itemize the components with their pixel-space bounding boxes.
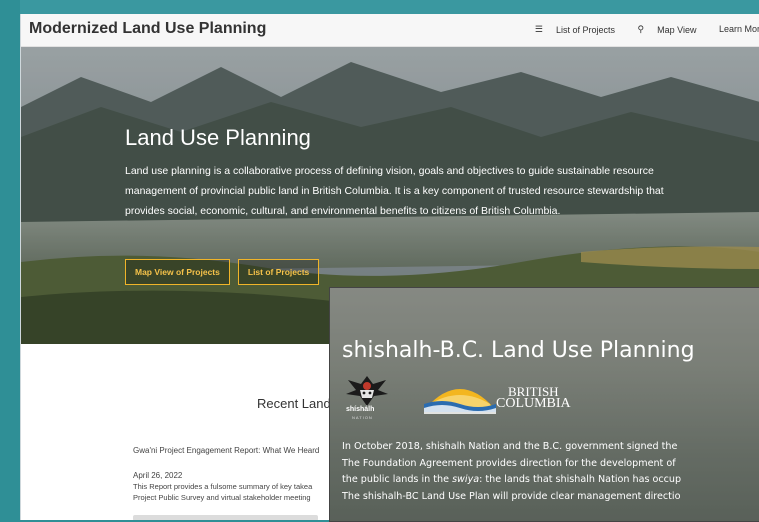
- shishalh-nation-logo: [346, 376, 388, 406]
- recent-item-title-link[interactable]: Gwa'ni Project Engagement Report: What W…: [133, 446, 319, 455]
- site-header: Modernized Land Use Planning ☰ List of P…: [21, 14, 759, 47]
- shishalh-land-use-window: shishalh-B.C. Land Use Planning shíshálh…: [329, 287, 759, 522]
- body-text: the public lands in the: [342, 474, 453, 485]
- overlay-body: In October 2018, shishalh Nation and the…: [342, 439, 759, 505]
- top-nav: ☰ List of Projects ⚲ Map View Learn Mor: [515, 24, 759, 35]
- nation-logo-text: shíshálh: [346, 406, 375, 413]
- overlay-body-line: The Foundation Agreement provides direct…: [342, 457, 676, 469]
- hero-description: Land use planning is a collaborative pro…: [125, 165, 664, 217]
- nav-label: Map View: [657, 24, 697, 35]
- recent-desc-line: Project Public Survey and virtual stakeh…: [133, 493, 311, 502]
- map-view-of-projects-button[interactable]: Map View of Projects: [125, 259, 230, 285]
- body-text: : the lands that shishalh Nation has occ…: [479, 474, 682, 485]
- overlay-body-line: In October 2018, shishalh Nation and the…: [342, 441, 678, 452]
- teal-frame-left: [0, 0, 20, 520]
- overlay-body-line: the public lands in the swiya: the lands…: [342, 472, 759, 489]
- recent-desc-line: This Report provides a fulsome summary o…: [133, 482, 313, 491]
- search-icon: ⚲: [637, 24, 645, 34]
- overlay-body-line: The shishalh-BC Land Use Plan will provi…: [342, 490, 681, 502]
- hero-buttons: Map View of Projects List of Projects: [125, 259, 327, 285]
- nav-learn-more[interactable]: Learn Mor: [709, 24, 759, 34]
- site-title[interactable]: Modernized Land Use Planning: [29, 20, 266, 38]
- list-icon: ☰: [534, 24, 543, 34]
- nation-logo-subtext: NATION: [352, 415, 373, 420]
- nav-list-of-projects[interactable]: ☰ List of Projects: [525, 24, 615, 35]
- teal-frame-top: [0, 0, 759, 14]
- bc-logo-text-columbia: COLUMBIA: [496, 396, 571, 411]
- recent-item-description: This Report provides a fulsome summary o…: [133, 481, 333, 503]
- overlay-title: shishalh-B.C. Land Use Planning: [342, 338, 695, 363]
- hero-text-block: Land Use Planning Land use planning is a…: [125, 125, 665, 221]
- read-more-button[interactable]: [133, 515, 318, 520]
- hero-title: Land Use Planning: [125, 125, 311, 150]
- recent-item-date: April 26, 2022: [133, 471, 183, 480]
- recent-section-title: Recent Land: [257, 396, 331, 411]
- nav-label: List of Projects: [555, 24, 615, 35]
- list-of-projects-button[interactable]: List of Projects: [237, 259, 320, 285]
- british-columbia-sun-logo: [424, 389, 496, 414]
- swiya-term: swiya: [452, 474, 480, 485]
- nav-map-view[interactable]: ⚲ Map View: [628, 24, 697, 35]
- nav-label: Learn Mor: [718, 24, 759, 34]
